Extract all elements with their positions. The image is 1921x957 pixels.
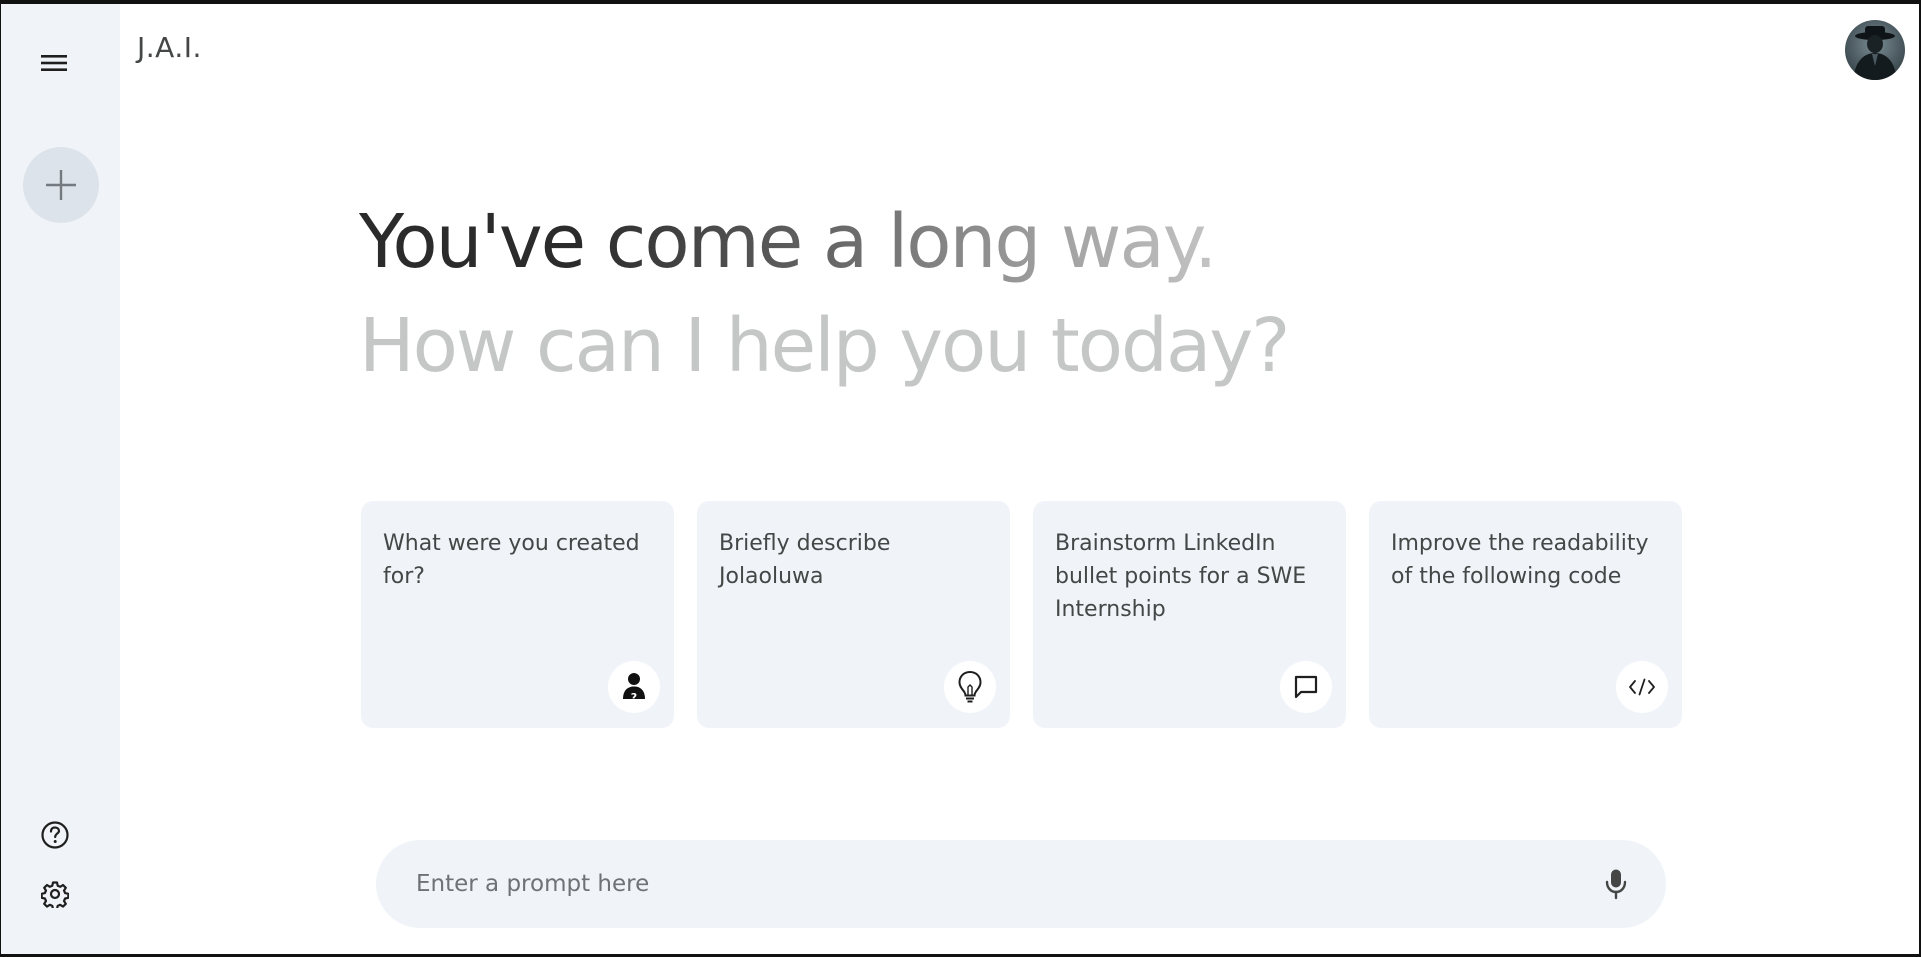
- app-window: J.A.I. You've come a long way. How can I…: [1, 4, 1919, 954]
- suggestion-card[interactable]: Brainstorm LinkedIn bullet points for a …: [1033, 501, 1346, 728]
- user-avatar-image: [1845, 20, 1905, 80]
- help-button[interactable]: [35, 815, 75, 855]
- chat-bubble-icon: [1294, 675, 1318, 699]
- suggestion-card-icon-holder: [1616, 661, 1668, 713]
- suggestion-card-icon-holder: [1280, 661, 1332, 713]
- suggestion-card-icon-holder: [944, 661, 996, 713]
- menu-button[interactable]: [31, 40, 77, 86]
- suggestion-card[interactable]: What were you created for? ?: [361, 501, 674, 728]
- suggestion-card-text: Improve the readability of the following…: [1391, 531, 1649, 589]
- app-title: J.A.I.: [137, 31, 202, 64]
- suggestion-card[interactable]: Improve the readability of the following…: [1369, 501, 1682, 728]
- code-icon: [1629, 678, 1655, 696]
- suggestion-card[interactable]: Briefly describe Jolaoluwa: [697, 501, 1010, 728]
- gear-icon: [41, 881, 69, 908]
- avatar[interactable]: [1845, 20, 1905, 80]
- plus-icon: [46, 170, 76, 200]
- help-circle-icon: [41, 821, 69, 849]
- settings-button[interactable]: [35, 874, 75, 914]
- microphone-button[interactable]: [1594, 862, 1638, 906]
- sidebar: [1, 4, 120, 954]
- suggestion-cards: What were you created for? ? Briefly des…: [361, 501, 1682, 728]
- suggestion-card-text: What were you created for?: [383, 531, 640, 589]
- prompt-bar: [376, 840, 1666, 928]
- suggestion-card-icon-holder: ?: [608, 661, 660, 713]
- greeting-heading: You've come a long way. How can I help y…: [359, 190, 1290, 398]
- microphone-icon: [1605, 869, 1627, 900]
- new-chat-button[interactable]: [23, 147, 99, 223]
- prompt-input[interactable]: [416, 840, 1566, 928]
- hamburger-menu-icon: [41, 55, 67, 71]
- greeting-line-1: You've come a long way.: [359, 190, 1218, 294]
- greeting-line-2: How can I help you today?: [359, 303, 1290, 389]
- svg-text:?: ?: [631, 691, 637, 703]
- suggestion-card-text: Brainstorm LinkedIn bullet points for a …: [1055, 531, 1307, 622]
- suggestion-card-text: Briefly describe Jolaoluwa: [719, 531, 891, 589]
- lightbulb-icon: [958, 670, 982, 703]
- person-question-icon: ?: [623, 673, 645, 703]
